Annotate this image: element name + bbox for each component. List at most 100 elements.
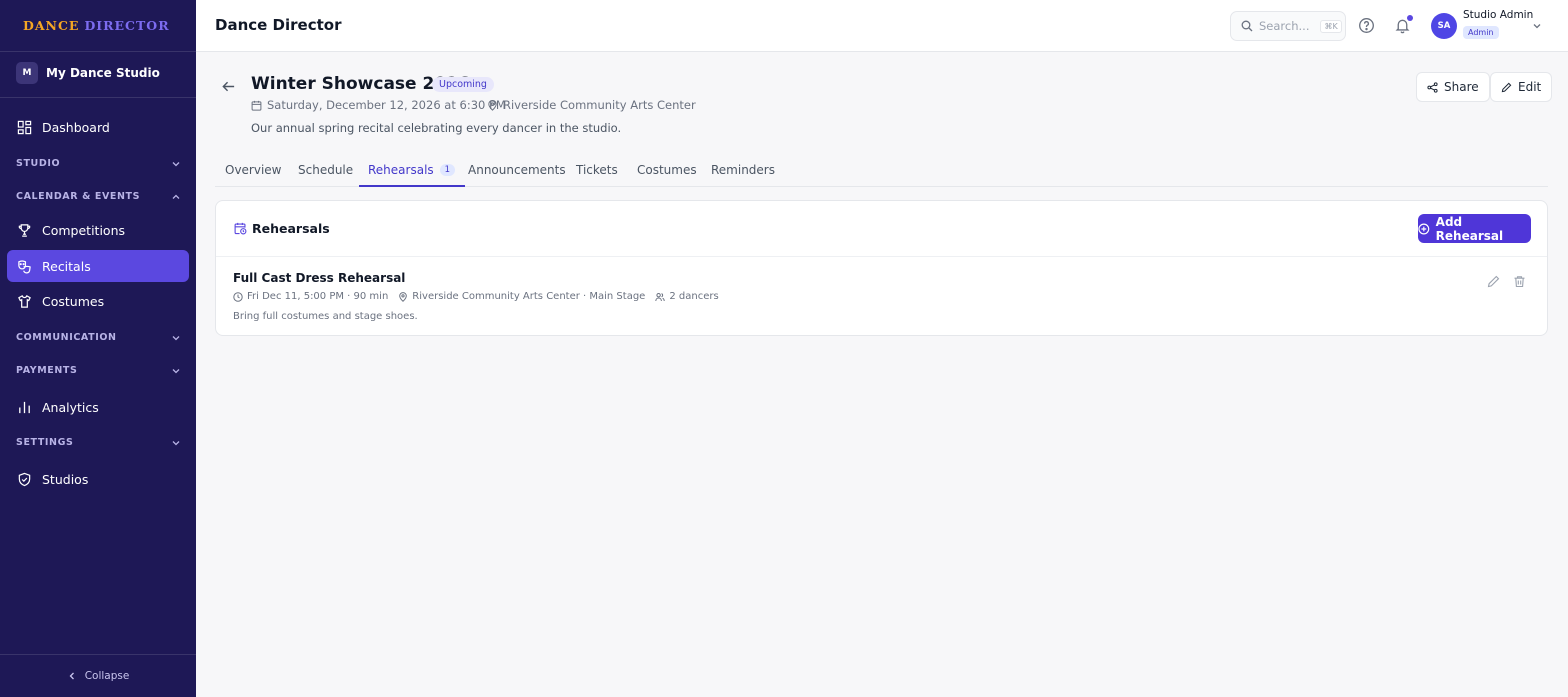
add-rehearsal-label: Add Rehearsal <box>1435 214 1504 243</box>
status-badge: Upcoming <box>432 77 494 92</box>
plus-circle-icon <box>1418 223 1430 234</box>
chevron-down-icon <box>172 161 180 166</box>
app-title: Dance Director <box>215 16 342 34</box>
notification-dot <box>1407 15 1413 21</box>
sidebar-item-label: Recitals <box>42 258 91 274</box>
search-shortcut: ⌘K <box>1320 19 1342 33</box>
user-role-badge: Admin <box>1463 26 1499 39</box>
rehearsal-note: Bring full costumes and stage shoes. <box>233 311 418 322</box>
sidebar-divider <box>0 97 196 98</box>
sidebar-item-costumes[interactable]: Costumes <box>7 285 189 317</box>
calendar-icon <box>251 100 262 111</box>
sidebar-item-label: Studios <box>42 471 89 487</box>
search-placeholder: Search... <box>1259 19 1310 33</box>
edit-button[interactable]: Edit <box>1490 72 1553 102</box>
rehearsal-meta: Fri Dec 11, 5:00 PM · 90 min Riverside C… <box>233 291 729 302</box>
share-button[interactable]: Share <box>1416 72 1490 102</box>
back-arrow-icon[interactable] <box>221 79 236 94</box>
tab-label: Overview <box>225 163 282 177</box>
event-date-text: Saturday, December 12, 2026 at 6:30 PM <box>267 98 506 112</box>
masks-icon <box>18 260 31 273</box>
clock-icon <box>233 291 243 302</box>
rehearsal-location-text: Riverside Community Arts Center · Main S… <box>412 291 646 302</box>
search-box[interactable]: Search... ⌘K <box>1230 11 1346 41</box>
sidebar-item-recitals[interactable]: Recitals <box>7 250 189 282</box>
sidebar-item-label: Costumes <box>42 293 105 309</box>
tab-label: Costumes <box>637 163 697 177</box>
users-icon <box>655 292 666 301</box>
tab-tickets[interactable]: Tickets <box>576 156 618 187</box>
sidebar-section-studio[interactable]: STUDIO <box>16 158 181 169</box>
sidebar-section-communication[interactable]: COMMUNICATION <box>16 332 181 343</box>
sidebar-item-label: Dashboard <box>42 119 110 135</box>
rehearsal-time: Fri Dec 11, 5:00 PM · 90 min <box>233 291 388 302</box>
studio-switcher[interactable]: M My Dance Studio <box>16 62 160 84</box>
card-title: Rehearsals <box>252 221 330 236</box>
section-label: PAYMENTS <box>16 365 78 376</box>
pencil-icon[interactable] <box>1487 275 1500 288</box>
sidebar-section-payments[interactable]: PAYMENTS <box>16 365 181 376</box>
tab-schedule[interactable]: Schedule <box>298 156 353 187</box>
map-pin-icon <box>488 99 497 111</box>
section-label: SETTINGS <box>16 437 74 448</box>
tab-label: Schedule <box>298 163 354 177</box>
sidebar-item-label: Competitions <box>42 222 126 238</box>
tab-label: Reminders <box>711 163 775 177</box>
rehearsal-dancers: 2 dancers <box>655 291 719 302</box>
sidebar-item-studios[interactable]: Studios <box>7 463 189 495</box>
sidebar-item-label: Analytics <box>42 399 99 415</box>
shirt-icon <box>18 294 31 308</box>
tab-reminders[interactable]: Reminders <box>711 156 775 187</box>
collapse-sidebar-button[interactable]: Collapse <box>0 654 196 697</box>
sidebar-item-competitions[interactable]: Competitions <box>7 214 189 246</box>
chevron-down-icon <box>172 335 180 340</box>
section-label: STUDIO <box>16 158 61 169</box>
event-venue-text: Riverside Community Arts Center <box>503 98 696 112</box>
app-logo[interactable]: DANCE DIRECTOR <box>0 0 196 52</box>
tab-overview[interactable]: Overview <box>225 156 282 187</box>
help-icon[interactable] <box>1358 17 1375 34</box>
sidebar-item-dashboard[interactable]: Dashboard <box>7 111 189 143</box>
chevron-left-icon <box>69 672 74 680</box>
studio-avatar: M <box>16 62 38 84</box>
sidebar-item-analytics[interactable]: Analytics <box>7 391 189 423</box>
add-rehearsal-button[interactable]: Add Rehearsal <box>1418 214 1531 243</box>
sidebar-section-settings[interactable]: SETTINGS <box>16 437 181 448</box>
top-bar: Dance Director Search... ⌘K SA Studio Ad… <box>196 0 1568 52</box>
share-icon <box>1427 81 1438 93</box>
edit-label: Edit <box>1518 80 1542 94</box>
sidebar-section-calendar-events[interactable]: CALENDAR & EVENTS <box>16 191 181 202</box>
rehearsal-time-text: Fri Dec 11, 5:00 PM · 90 min <box>247 291 389 302</box>
chevron-down-icon[interactable] <box>1532 21 1542 31</box>
event-venue: Riverside Community Arts Center <box>487 98 696 112</box>
calendar-clock-icon <box>234 222 247 235</box>
chevron-down-icon <box>172 440 180 445</box>
logo-part-2: DIRECTOR <box>84 18 170 33</box>
avatar[interactable]: SA <box>1431 13 1457 39</box>
map-pin-icon <box>399 291 408 302</box>
search-icon <box>1241 20 1253 32</box>
user-name[interactable]: Studio Admin <box>1463 9 1533 21</box>
tab-label: Tickets <box>576 163 618 177</box>
section-label: COMMUNICATION <box>16 332 117 343</box>
bar-chart-icon <box>19 401 30 413</box>
tab-announcements[interactable]: Announcements <box>468 156 566 187</box>
dashboard-icon <box>17 120 32 134</box>
chevron-down-icon <box>172 368 180 373</box>
studio-name: My Dance Studio <box>46 66 160 80</box>
rehearsals-card: Rehearsals Add Rehearsal Full Cast Dress… <box>215 200 1548 336</box>
sidebar: DANCE DIRECTOR M My Dance Studio Dashboa… <box>0 0 196 697</box>
pencil-icon <box>1501 82 1512 92</box>
card-header: Rehearsals Add Rehearsal <box>216 201 1547 257</box>
trash-icon[interactable] <box>1513 275 1526 288</box>
tab-rehearsals[interactable]: Rehearsals 1 <box>359 156 466 187</box>
section-label: CALENDAR & EVENTS <box>16 191 141 202</box>
collapse-label: Collapse <box>84 670 130 682</box>
event-date: Saturday, December 12, 2026 at 6:30 PM <box>251 98 506 112</box>
share-label: Share <box>1444 80 1479 94</box>
rehearsal-title: Full Cast Dress Rehearsal <box>233 271 406 285</box>
event-description: Our annual spring recital celebrating ev… <box>251 121 622 135</box>
logo-part-1: DANCE <box>23 18 80 33</box>
chevron-up-icon <box>172 194 180 199</box>
tab-costumes[interactable]: Costumes <box>637 156 697 187</box>
